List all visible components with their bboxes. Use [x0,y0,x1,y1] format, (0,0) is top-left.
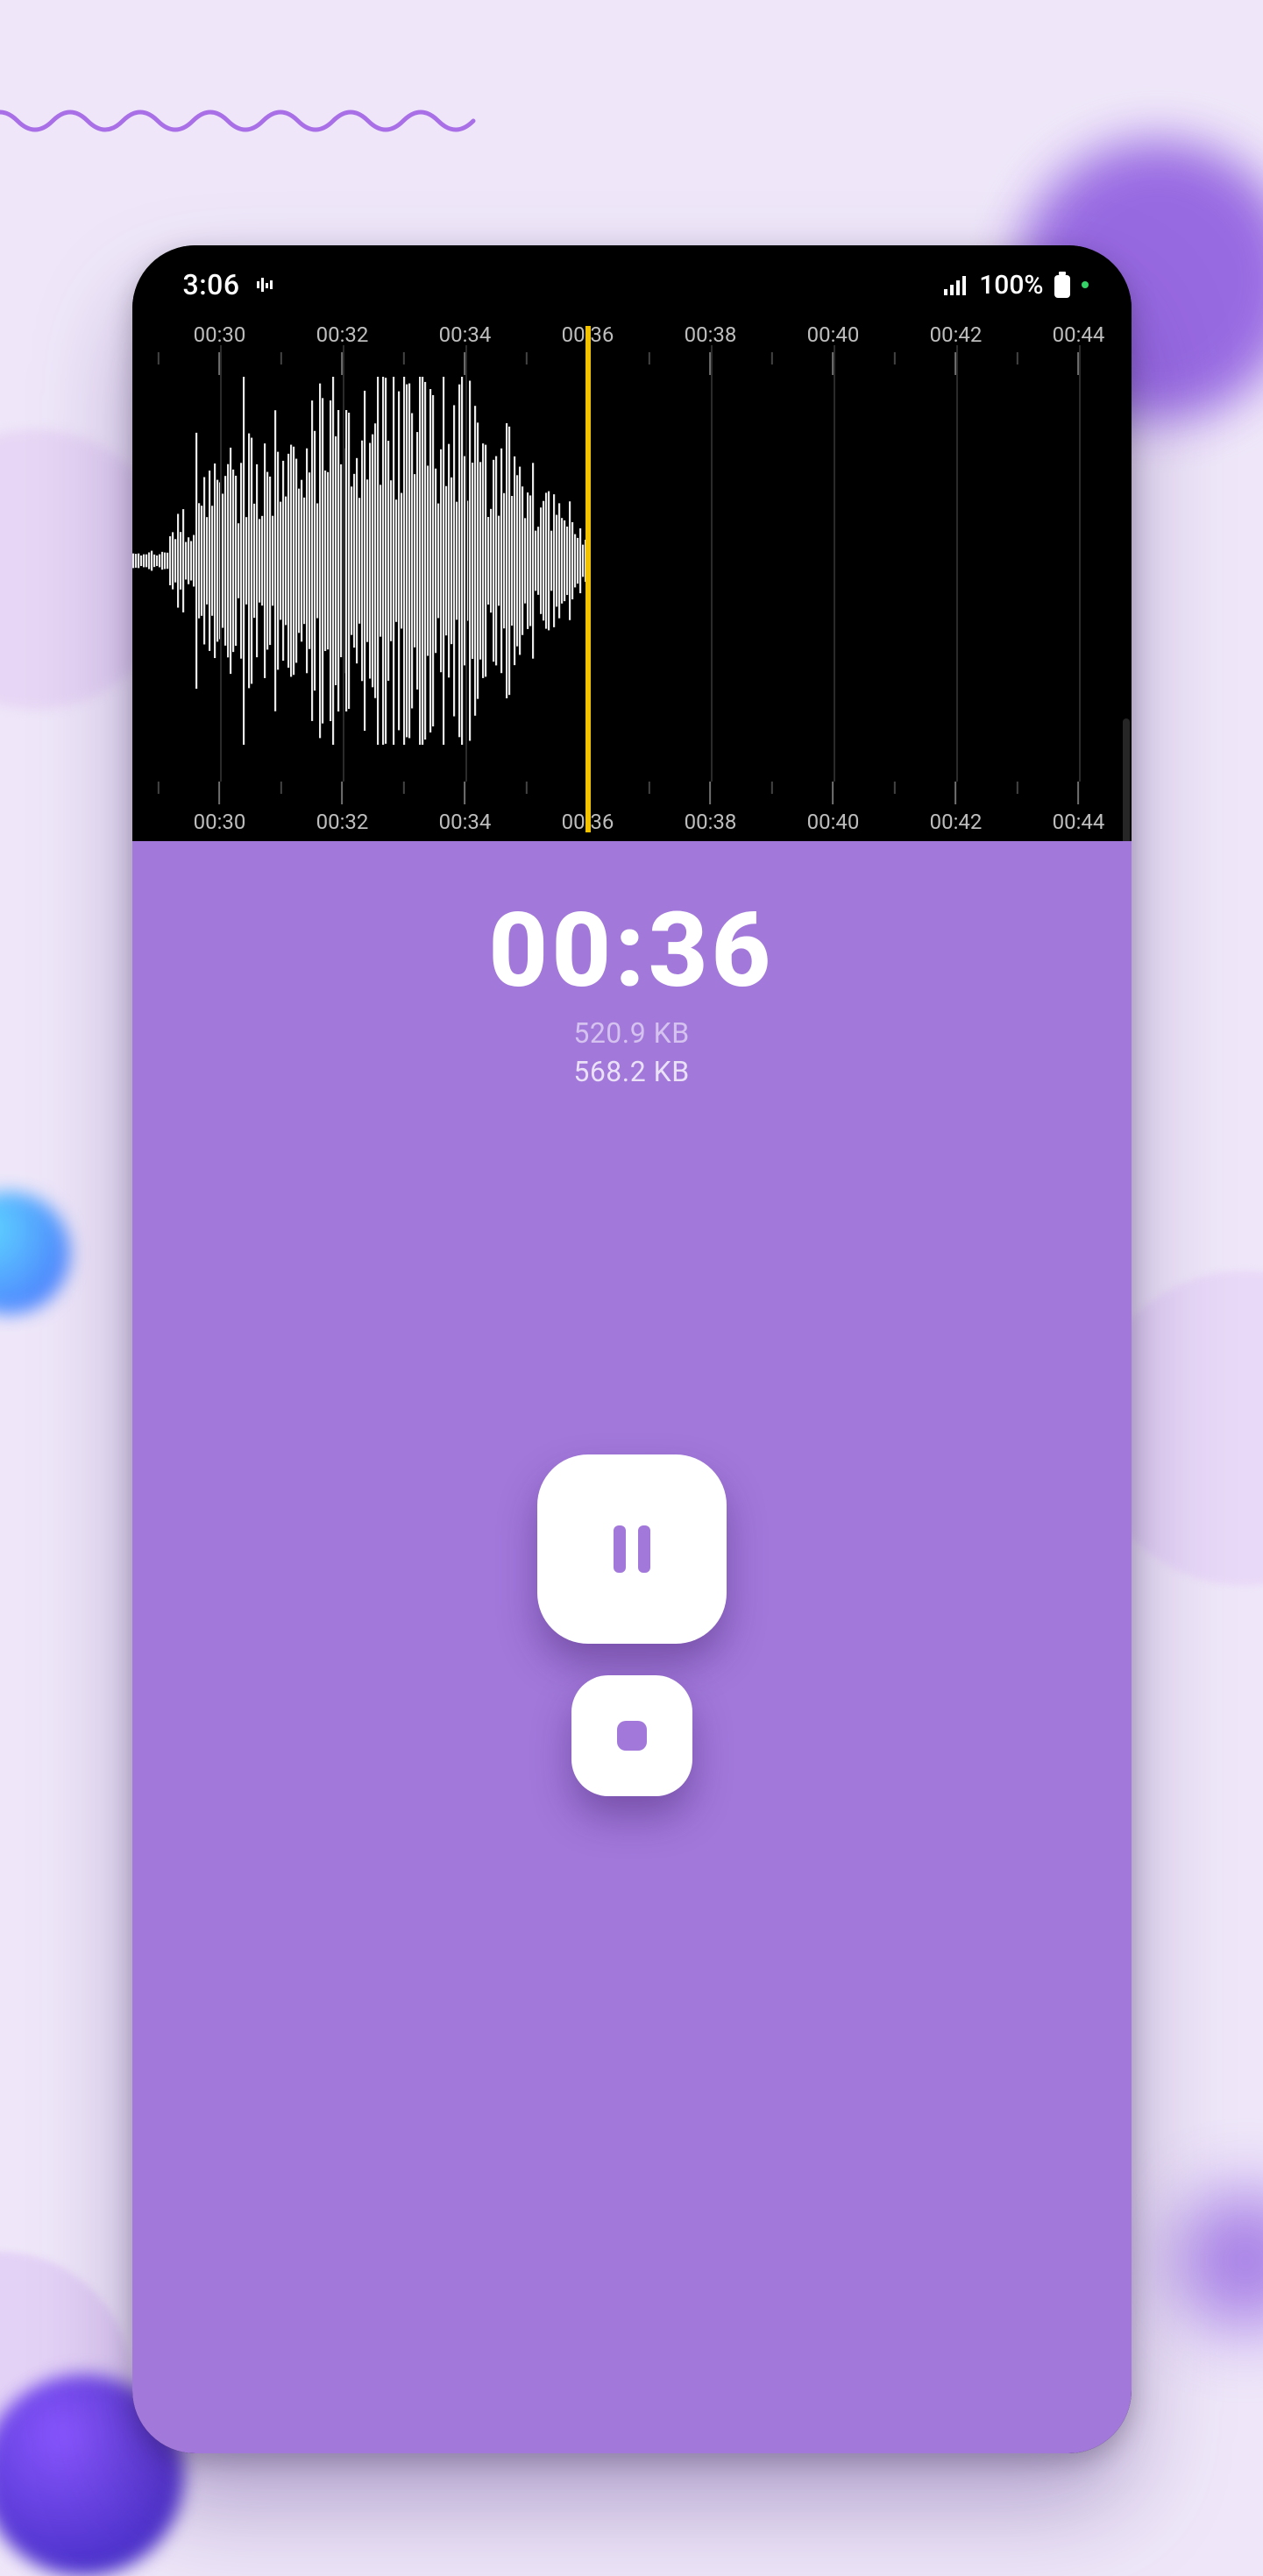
tick-label: 00:42 [930,322,983,347]
tick-label: 00:44 [1053,322,1105,347]
ruler-tick-minor: . [646,782,651,824]
tick-label: 00:40 [807,322,860,347]
file-size-primary: 520.9 KB [132,1016,1132,1050]
equalizer-icon [254,274,275,295]
ruler-tick-minor: . [401,322,406,364]
pause-icon [614,1525,650,1573]
grid-line [343,345,344,782]
tick-label: 00:34 [439,322,492,347]
grid-line [465,345,467,782]
ruler-tick-minor: . [155,322,160,364]
tick-label: 00:38 [685,322,737,347]
ruler-tick-minor: . [523,782,529,824]
ruler-tick-minor: . [769,322,774,364]
phone-frame: 3:06 100% 00:28.00:30.00:32.00:34.00:36.… [132,245,1132,2453]
tick-label: 00:38 [685,810,737,834]
grid-line [1079,345,1081,782]
tick-label: 00:42 [930,810,983,834]
elapsed-time: 00:36 [132,890,1132,1011]
ruler-tick-minor: . [523,322,529,364]
ruler-top: 00:28.00:30.00:32.00:34.00:36.00:38.00:4… [132,322,1132,375]
battery-percent: 100% [979,270,1043,301]
status-bar: 3:06 100% [132,245,1132,324]
tick-label: 00:40 [807,810,860,834]
grid-line [834,345,835,782]
ruler-tick: 00:38 [685,782,737,834]
ruler-tick: 00:42 [930,782,983,834]
ruler-tick-minor: . [891,782,897,824]
ruler-tick-minor: . [1014,782,1019,824]
decorative-squiggle [0,103,491,138]
grid-line [711,345,713,782]
grid-line [220,345,222,782]
tick-label: 00:32 [316,810,369,834]
bg-blob [1175,2190,1263,2331]
ruler-tick-minor: . [278,322,283,364]
cellular-signal-icon [944,274,970,295]
ruler-tick-minor: . [278,782,283,824]
tick-label: 00:44 [1053,810,1105,834]
battery-full-icon [1053,272,1072,298]
ruler-tick: 00:40 [807,782,860,834]
ruler-tick-minor: . [891,322,897,364]
ruler-tick: 00:32 [316,782,369,834]
ruler-tick-minor: . [646,322,651,364]
ruler-tick-minor: . [401,782,406,824]
tick-label: 00:30 [194,810,246,834]
pause-button[interactable] [537,1454,727,1644]
ruler-bottom: 00:28.00:30.00:32.00:34.00:36.00:38.00:4… [132,782,1132,834]
active-dot-icon [1081,280,1089,289]
stop-button[interactable] [571,1675,692,1796]
ruler-tick: 00:30 [194,782,246,834]
tick-label: 00:30 [194,322,246,347]
waveform-timeline[interactable]: 00:28.00:30.00:32.00:34.00:36.00:38.00:4… [132,245,1132,841]
status-clock: 3:06 [183,268,240,301]
recorder-panel: 00:36 520.9 KB 568.2 KB [132,841,1132,2453]
ruler-tick: 00:44 [1053,782,1105,834]
file-size-secondary: 568.2 KB [132,1055,1132,1088]
ruler-tick-minor: . [769,782,774,824]
tick-label: 00:32 [316,322,369,347]
bg-blob [0,1192,70,1314]
waveform-canvas [132,368,1132,754]
playhead-indicator[interactable] [585,326,591,832]
tick-label: 00:34 [439,810,492,834]
ruler-tick-minor: . [155,782,160,824]
stop-icon [617,1721,647,1751]
ruler-tick-minor: . [1014,322,1019,364]
ruler-tick: 00:34 [439,782,492,834]
grid-line [956,345,958,782]
